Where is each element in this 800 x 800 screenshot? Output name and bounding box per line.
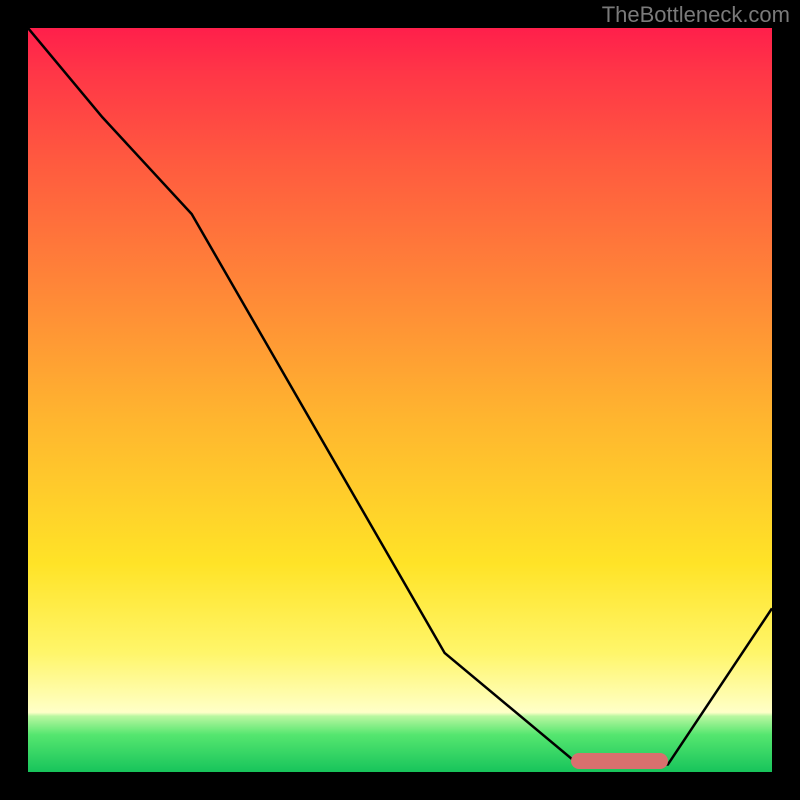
optimal-range-marker (571, 753, 668, 769)
curve-path (28, 28, 772, 765)
plot-area (28, 28, 772, 772)
chart-container: TheBottleneck.com (0, 0, 800, 800)
bottleneck-curve (28, 28, 772, 772)
attribution-label: TheBottleneck.com (602, 2, 790, 28)
